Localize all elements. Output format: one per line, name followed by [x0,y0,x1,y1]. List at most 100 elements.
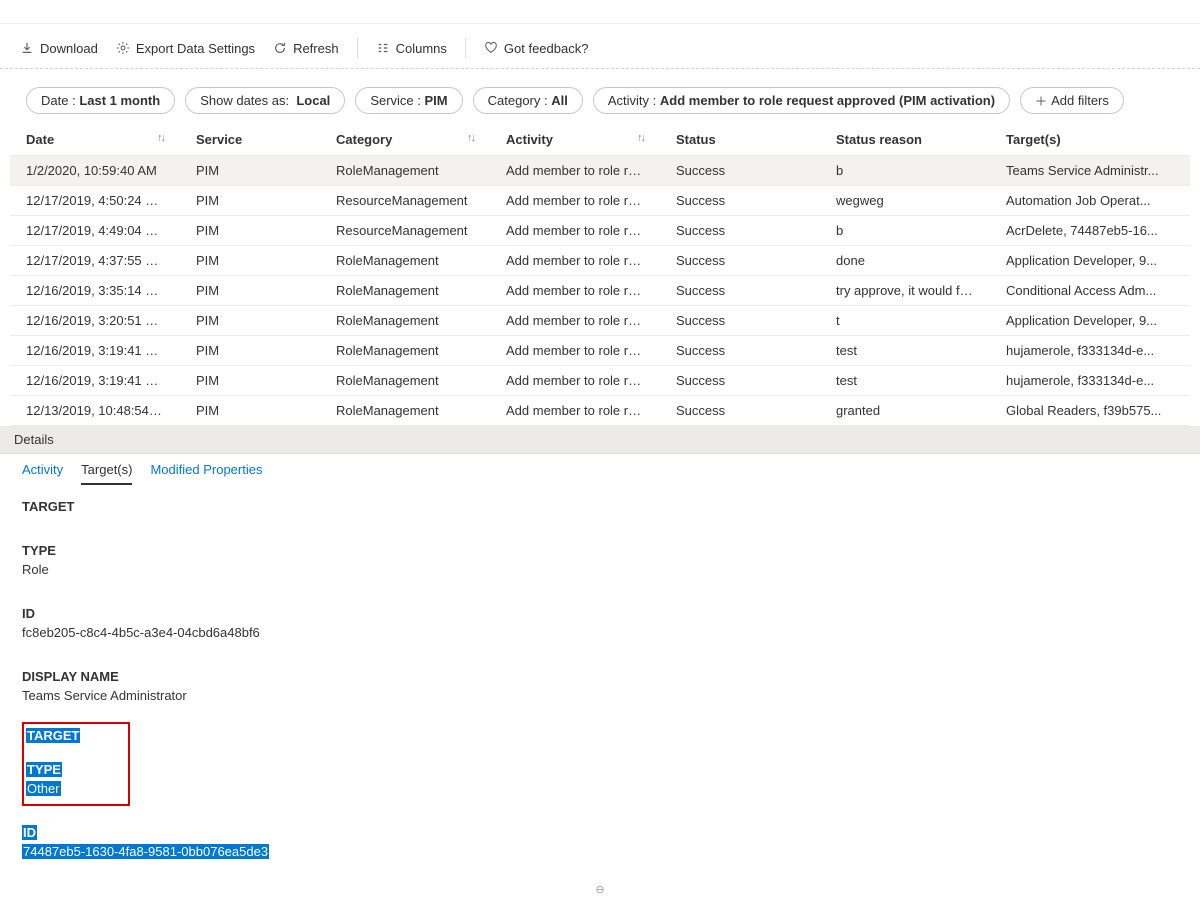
cell-reason: b [820,216,990,246]
cell-date: 12/16/2019, 3:35:14 PM [10,276,180,306]
columns-icon [376,41,390,55]
col-service[interactable]: Service [180,124,320,156]
download-label: Download [40,41,98,56]
export-settings-button[interactable]: Export Data Settings [116,41,255,56]
table-row[interactable]: 12/16/2019, 3:35:14 PMPIMRoleManagementA… [10,276,1190,306]
cell-service: PIM [180,186,320,216]
cell-reason: t [820,306,990,336]
cell-activity: Add member to role req... [490,186,660,216]
cell-activity: Add member to role req... [490,306,660,336]
cell-targets: Global Readers, f39b575... [990,396,1190,426]
cell-targets: Application Developer, 9... [990,306,1190,336]
cell-service: PIM [180,366,320,396]
refresh-button[interactable]: Refresh [273,41,339,56]
col-category[interactable]: Category↑↓ [320,124,490,156]
cell-category: RoleManagement [320,306,490,336]
cell-activity: Add member to role req... [490,396,660,426]
cell-service: PIM [180,336,320,366]
highlighted-target-box: TARGET TYPE Other [22,722,130,806]
add-filters-button[interactable]: Add filters [1020,87,1124,114]
cell-service: PIM [180,306,320,336]
cell-reason: b [820,156,990,186]
table-row[interactable]: 12/16/2019, 3:19:41 PMPIMRoleManagementA… [10,366,1190,396]
cell-category: RoleManagement [320,246,490,276]
cell-service: PIM [180,396,320,426]
col-date[interactable]: Date↑↓ [10,124,180,156]
id-label: ID [22,606,1178,621]
table-row[interactable]: 12/17/2019, 4:37:55 PMPIMRoleManagement A… [10,246,1190,276]
table-row[interactable]: 1/2/2020, 10:59:40 AMPIMRoleManagementAd… [10,156,1190,186]
filter-date[interactable]: Date : Last 1 month [26,87,175,114]
target-heading: TARGET [22,499,1178,514]
audit-table: Date↑↓ Service Category↑↓ Activity↑↓ Sta… [10,124,1190,426]
cell-activity: Add member to role req... [490,336,660,366]
cell-reason: granted [820,396,990,426]
sel-target-heading: TARGET [26,728,80,743]
displayname-label: DISPLAY NAME [22,669,1178,684]
cell-targets: hujamerole, f333134d-e... [990,366,1190,396]
columns-label: Columns [396,41,447,56]
table-row[interactable]: 12/16/2019, 3:20:51 PMPIMRoleManagementA… [10,306,1190,336]
table-row[interactable]: 12/13/2019, 10:48:54 AMPIMRoleManagement… [10,396,1190,426]
tab-targets[interactable]: Target(s) [81,462,132,485]
cell-category: ResourceManagement [320,216,490,246]
filter-service[interactable]: Service : PIM [355,87,462,114]
table-header-row: Date↑↓ Service Category↑↓ Activity↑↓ Sta… [10,124,1190,156]
cell-category: RoleManagement [320,336,490,366]
details-header: Details [0,426,1200,454]
cell-reason: wegweg [820,186,990,216]
cell-date: 12/17/2019, 4:37:55 PM [10,246,180,276]
cell-reason: try approve, it would fail... [820,276,990,306]
feedback-label: Got feedback? [504,41,589,56]
col-status[interactable]: Status [660,124,820,156]
toolbar-divider-2 [465,38,466,58]
type-label: TYPE [22,543,1178,558]
cell-targets: Conditional Access Adm... [990,276,1190,306]
tab-modified-properties[interactable]: Modified Properties [150,462,262,485]
export-label: Export Data Settings [136,41,255,56]
cell-service: PIM [180,246,320,276]
filter-bar: Date : Last 1 month Show dates as: Local… [0,69,1200,124]
cell-date: 12/16/2019, 3:19:41 PM [10,366,180,396]
cell-targets: Application Developer, 9... [990,246,1190,276]
table-row[interactable]: 12/17/2019, 4:49:04 PMPIMResourceManagem… [10,216,1190,246]
type-value: Role [22,562,1178,577]
toolbar: Download Export Data Settings Refresh Co… [0,28,1200,69]
cell-activity: Add member to role req... [490,216,660,246]
refresh-icon [273,41,287,55]
filter-showdates[interactable]: Show dates as: Local [185,87,345,114]
table-row[interactable]: 12/16/2019, 3:19:41 PMPIMRoleManagementA… [10,336,1190,366]
cell-date: 12/13/2019, 10:48:54 AM [10,396,180,426]
toolbar-divider [357,38,358,58]
filter-icon [1035,95,1047,107]
cell-category: RoleManagement [320,396,490,426]
col-status-reason[interactable]: Status reason [820,124,990,156]
download-button[interactable]: Download [20,41,98,56]
cell-category: RoleManagement [320,276,490,306]
cell-category: RoleManagement [320,366,490,396]
heart-icon [484,41,498,55]
columns-button[interactable]: Columns [376,41,447,56]
filter-activity[interactable]: Activity : Add member to role request ap… [593,87,1010,114]
cell-category: ResourceManagement [320,186,490,216]
cell-reason: done [820,246,990,276]
col-activity[interactable]: Activity↑↓ [490,124,660,156]
cell-category: RoleManagement [320,156,490,186]
col-targets[interactable]: Target(s) [990,124,1190,156]
sel-id-label: ID [22,825,37,840]
cell-targets: Automation Job Operat... [990,186,1190,216]
cell-targets: AcrDelete, 74487eb5-16... [990,216,1190,246]
gear-icon [116,41,130,55]
cell-service: PIM [180,216,320,246]
cell-activity: Add member to role req... [490,276,660,306]
cell-activity: Add member to role req... [490,156,660,186]
tab-activity[interactable]: Activity [22,462,63,485]
table-row[interactable]: 12/17/2019, 4:50:24 PMPIMResourceManagem… [10,186,1190,216]
cell-date: 12/16/2019, 3:19:41 PM [10,336,180,366]
cell-targets: hujamerole, f333134d-e... [990,336,1190,366]
resize-handle[interactable]: ⊖ [0,883,1200,896]
cell-status: Success [660,186,820,216]
filter-category[interactable]: Category : All [473,87,583,114]
cell-status: Success [660,336,820,366]
feedback-button[interactable]: Got feedback? [484,41,589,56]
